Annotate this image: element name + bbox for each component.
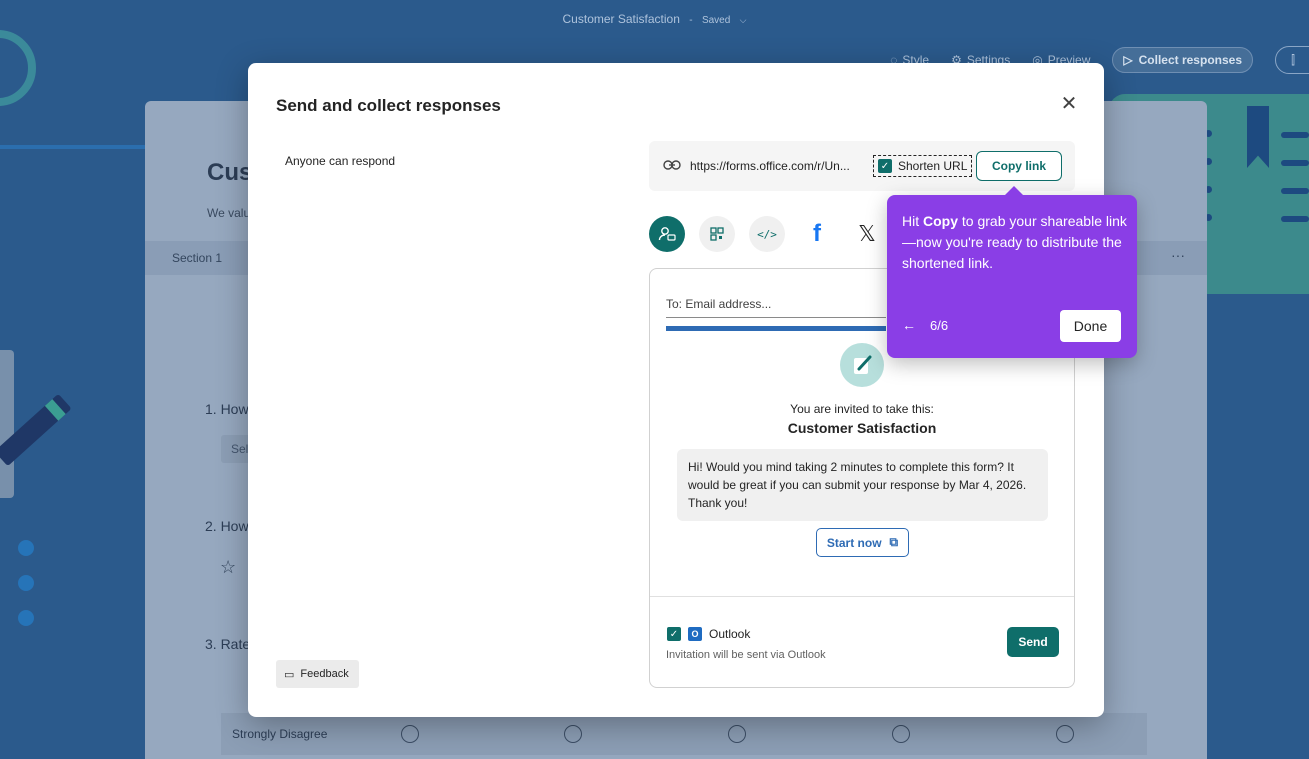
decorative-dot [18,610,34,626]
tooltip-text: Hit Copy to grab your shareable link—now… [902,213,1127,271]
outlook-option[interactable]: ✓ O Outlook [667,627,750,641]
pencil-illustration-icon [840,343,884,387]
done-button[interactable]: Done [1060,310,1121,342]
more-options-icon[interactable]: ··· [1171,247,1185,263]
save-status: Saved [701,15,731,26]
email-footer: ✓ O Outlook Invitation will be sent via … [650,596,1074,688]
outlook-label: Outlook [709,627,751,641]
send-icon: ▷ [1123,53,1133,67]
external-link-icon: ⧉ [889,535,899,549]
outlook-note: Invitation will be sent via Outlook [666,649,826,661]
likert-radio[interactable] [1056,725,1074,743]
form-url[interactable]: https://forms.office.com/r/Un... [690,159,850,173]
likert-label: Strongly Disagree [232,727,328,741]
start-now-label: Start now [826,535,882,550]
section-label: Section 1 [172,251,223,265]
invite-line: You are invited to take this: [790,402,934,416]
step-counter: 6/6 [930,318,949,333]
feedback-button[interactable]: ▭ Feedback [276,660,359,688]
collect-responses-button[interactable]: ▷ Collect responses [1112,47,1253,73]
shorten-url-checkbox[interactable]: ✓ Shorten URL [873,155,973,177]
decorative-dot [18,540,34,556]
invite-message[interactable]: Hi! Would you mind taking 2 minutes to c… [677,449,1048,521]
likert-radio[interactable] [401,725,419,743]
guide-tooltip: Hit Copy to grab your shareable link—now… [887,186,1137,358]
outlook-icon: O [688,627,702,641]
back-arrow-icon[interactable]: ← [902,317,916,333]
decorative-line [0,145,145,149]
shorten-url-label: Shorten URL [898,159,968,173]
form-name: Customer Satisfaction [562,12,680,26]
form-description: We valu [207,206,251,220]
question-2: 2. How [205,518,249,534]
email-share-icon[interactable] [649,216,685,252]
invite-form-title: Customer Satisfaction [787,420,937,436]
facebook-icon[interactable]: f [799,216,835,252]
question-3: 3. Rate [205,636,251,652]
analytics-button[interactable]: ⫿ [1275,46,1309,74]
link-bar: https://forms.office.com/r/Un... ✓ Short… [649,141,1075,191]
checkmark-icon: ✓ [878,159,892,173]
question-1: 1. How [205,401,249,417]
checkmark-icon[interactable]: ✓ [667,627,681,641]
share-options: </> f 𝕏 [649,216,885,252]
decorative-circle [0,30,36,106]
likert-radio[interactable] [728,725,746,743]
title-separator: - [689,15,693,26]
collect-label: Collect responses [1138,53,1242,67]
send-collect-dialog: Send and collect responses ✕ Anyone can … [248,63,1104,717]
close-icon[interactable]: ✕ [1058,93,1080,115]
comment-icon: ▭ [284,668,295,681]
likert-radio[interactable] [892,725,910,743]
decorative-card [0,350,14,498]
qr-code-icon[interactable] [699,216,735,252]
email-address-input[interactable]: To: Email address... [666,297,886,318]
form-title-bar: Customer Satisfaction - Saved ⌵ [0,12,1309,26]
likert-radio[interactable] [564,725,582,743]
audience-dropdown[interactable]: Anyone can respond [285,154,395,168]
start-now-button[interactable]: Start now ⧉ [816,528,909,557]
copy-link-button[interactable]: Copy link [976,151,1062,181]
chart-icon: ⫿ [1291,52,1295,67]
decorative-dot [18,575,34,591]
form-title: Cus [207,159,253,186]
chevron-down-icon[interactable]: ⌵ [740,15,747,25]
feedback-label: Feedback [300,668,349,680]
send-button[interactable]: Send [1007,627,1059,657]
star-icon[interactable]: ☆ [220,557,236,578]
likert-row: Strongly Disagree [221,713,1147,755]
x-twitter-icon[interactable]: 𝕏 [849,216,885,252]
embed-code-icon[interactable]: </> [749,216,785,252]
dialog-title: Send and collect responses [276,96,501,115]
link-icon [663,160,681,170]
email-progress-bar [666,326,886,331]
